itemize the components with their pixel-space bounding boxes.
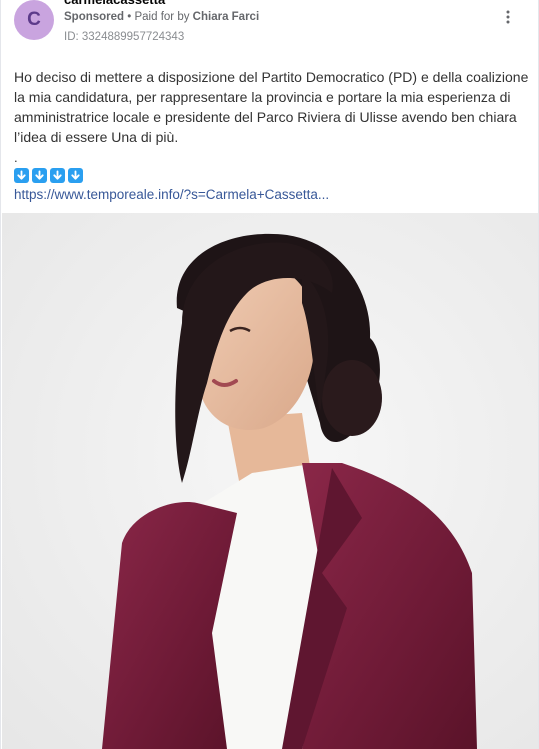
post-body-text: Ho deciso di mettere a disposizione del … [14, 69, 529, 145]
post-link[interactable]: https://www.temporeale.info/?s=Carmela+C… [14, 187, 329, 202]
ad-id: ID: 3324889957724343 [64, 31, 185, 43]
sponsored-line: Sponsored • Paid for by Chiara Farci [64, 11, 259, 23]
post-body: Ho deciso di mettere a disposizione del … [14, 67, 530, 147]
ad-photo[interactable] [2, 213, 538, 749]
avatar-letter: C [27, 9, 41, 30]
paid-for-prefix: • Paid for by [127, 11, 190, 23]
more-options-button[interactable] [497, 6, 519, 28]
down-arrow-icon [68, 168, 83, 183]
down-arrow-icon [32, 168, 47, 183]
sponsored-label: Sponsored [64, 11, 125, 23]
down-arrow-icon [50, 168, 65, 183]
page-name[interactable]: carmelacassetta [64, 0, 165, 7]
portrait-image [2, 213, 538, 749]
down-arrow-icon [14, 168, 29, 183]
arrow-emoji-row [14, 168, 83, 183]
ad-header: C carmelacassetta Sponsored • Paid for b… [1, 0, 538, 56]
ad-card: C carmelacassetta Sponsored • Paid for b… [0, 0, 539, 749]
more-vertical-icon [506, 10, 510, 24]
post-dot: . [14, 150, 18, 165]
paid-by-name: Chiara Farci [192, 11, 260, 23]
avatar[interactable]: C [14, 0, 54, 40]
